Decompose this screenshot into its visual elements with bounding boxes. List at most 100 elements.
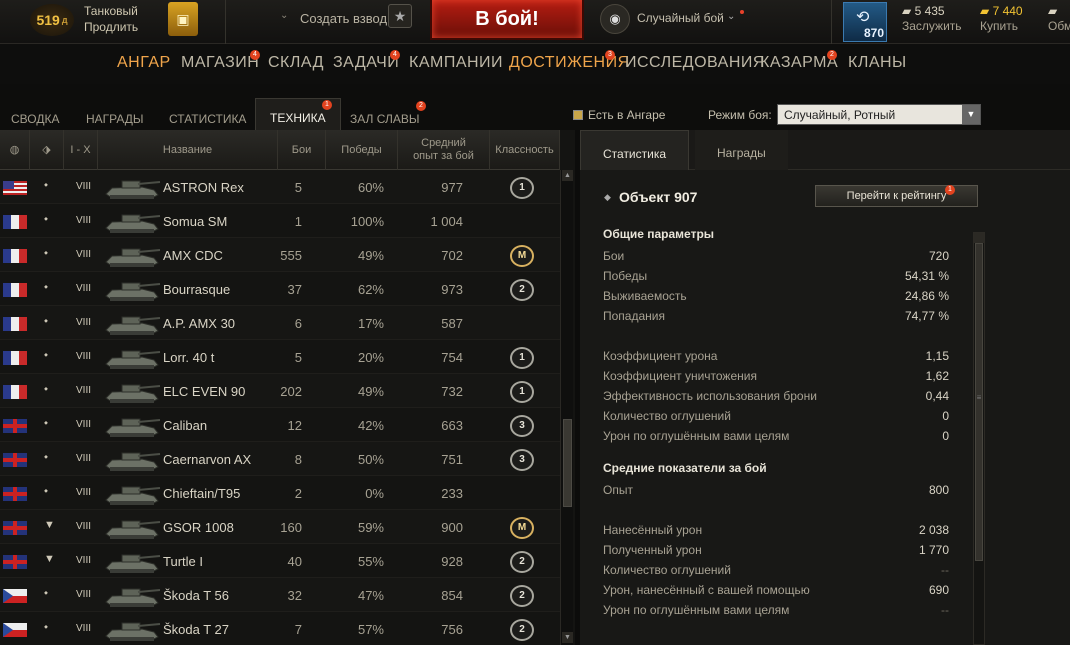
- stat-value: 54,31 %: [904, 269, 949, 283]
- free-xp-balance[interactable]: ▰ Обм: [1048, 4, 1070, 34]
- tab-statistics[interactable]: СТАТИСТИКА: [169, 112, 246, 126]
- table-row[interactable]: ⬩ VIII ELC EVEN 90 202 49% 732 1: [0, 374, 560, 408]
- sort-name-header[interactable]: Название: [98, 130, 278, 170]
- nav-research[interactable]: ИССЛЕДОВАНИЯ: [625, 54, 765, 72]
- table-row[interactable]: ⬩ VIII Somua SM 1 100% 1 004: [0, 204, 560, 238]
- tab-vehicle-statistics[interactable]: Статистика: [580, 130, 690, 170]
- tab-vehicle-awards[interactable]: Награды: [695, 130, 788, 170]
- tab-hall-of-fame[interactable]: ЗАЛ СЛАВЫ: [350, 112, 420, 126]
- notification-dot: [740, 10, 744, 14]
- table-row[interactable]: ⬩ VIII Caliban 12 42% 663 3: [0, 408, 560, 442]
- gold-balance[interactable]: ▰ 7 440 Купить: [980, 4, 1023, 34]
- scroll-thumb[interactable]: [975, 243, 983, 561]
- vehicle-class-icon: ⬩: [44, 485, 48, 497]
- sort-nation-globe-icon[interactable]: ◍: [0, 130, 30, 170]
- light-tank-icon: ◆: [604, 192, 611, 202]
- in-hangar-checkbox[interactable]: Есть в Ангаре: [573, 108, 665, 122]
- sort-tier-header[interactable]: I - X: [64, 130, 98, 170]
- chevron-down-icon: ⌄: [727, 11, 736, 22]
- nation-flag-icon: [3, 385, 27, 399]
- tank-silhouette-icon: [102, 548, 162, 576]
- stat-value: 0,44: [925, 389, 949, 403]
- premium-unit: д: [61, 15, 68, 25]
- sort-battles-header[interactable]: Бои: [278, 130, 326, 170]
- vehicle-battles: 5: [294, 180, 302, 195]
- table-row[interactable]: ⬩ VIII Bourrasque 37 62% 973 2: [0, 272, 560, 306]
- nav-shop[interactable]: МАГАЗИН: [181, 54, 259, 72]
- vehicle-tier: VIII: [76, 351, 92, 362]
- vehicle-avg-xp: 751: [441, 452, 463, 467]
- nav-clans[interactable]: КЛАНЫ: [848, 54, 907, 72]
- table-row[interactable]: ▼ VIII Turtle I 40 55% 928 2: [0, 544, 560, 578]
- tab-awards[interactable]: НАГРАДЫ: [86, 112, 144, 126]
- sort-wins-header[interactable]: Победы: [326, 130, 398, 170]
- vehicle-battles: 32: [287, 588, 302, 603]
- premium-label[interactable]: Танковый Продлить: [84, 3, 138, 35]
- premium-shop-icon[interactable]: ▣: [168, 2, 198, 36]
- divider: [225, 0, 226, 44]
- gold-buy-link[interactable]: Купить: [980, 19, 1023, 34]
- nav-missions-badge: 4: [390, 50, 400, 60]
- scroll-down-arrow-icon[interactable]: ▼: [562, 632, 573, 643]
- table-row[interactable]: ▼ VIII GSOR 1008 160 59% 900 M: [0, 510, 560, 544]
- stats-scrollbar[interactable]: ≡: [973, 232, 985, 645]
- table-row[interactable]: ⬩ VIII Chieftain/T95 2 0% 233: [0, 476, 560, 510]
- battle-button[interactable]: В бой!: [430, 0, 584, 40]
- silver-earn-link[interactable]: Заслужить: [902, 19, 962, 34]
- vehicle-wins: 60%: [357, 180, 384, 195]
- section-general-title: Общие параметры: [603, 227, 715, 241]
- scroll-up-arrow-icon[interactable]: [974, 233, 984, 243]
- free-xp-icon: ▰: [1048, 4, 1058, 18]
- vehicle-wins: 57%: [357, 622, 384, 637]
- table-row[interactable]: ⬩ VIII Lorr. 40 t 5 20% 754 1: [0, 340, 560, 374]
- create-squad-button[interactable]: Создать взвод: [300, 11, 387, 26]
- table-row[interactable]: ⬩ VIII Škoda T 27 7 57% 756 2: [0, 612, 560, 645]
- table-row[interactable]: ⬩ VIII A.P. AMX 30 6 17% 587: [0, 306, 560, 340]
- vehicle-avg-xp: 977: [441, 180, 463, 195]
- battle-mode-selector[interactable]: Случайный бой: [637, 11, 724, 25]
- silver-balance[interactable]: ▰ 5 435 Заслужить: [902, 4, 962, 34]
- vehicle-avg-xp: 973: [441, 282, 463, 297]
- nav-hangar[interactable]: АНГАР: [117, 54, 171, 72]
- tank-silhouette-icon: [102, 480, 162, 508]
- mastery-badge-icon: 1: [510, 347, 534, 369]
- sort-class-icon[interactable]: ⬗: [30, 130, 64, 170]
- vehicle-wins: 100%: [350, 214, 384, 229]
- premium-badge[interactable]: 519 д: [30, 4, 74, 36]
- vehicle-wins: 17%: [357, 316, 384, 331]
- table-row[interactable]: ⬩ VIII ASTRON Rex 5 60% 977 1: [0, 170, 560, 204]
- tab-summary[interactable]: СВОДКА: [11, 112, 59, 126]
- vehicle-avg-xp: 900: [441, 520, 463, 535]
- vehicle-name: Chieftain/T95: [163, 486, 241, 501]
- bonds-button[interactable]: ⟲ 870: [843, 2, 887, 42]
- vehicle-avg-xp: 754: [441, 350, 463, 365]
- premium-extend-link[interactable]: Продлить: [84, 19, 138, 35]
- table-scrollbar[interactable]: ▲ ▼: [560, 170, 573, 645]
- nation-flag-icon: [3, 249, 27, 263]
- stat-value: 720: [928, 249, 949, 263]
- vehicle-avg-xp: 587: [441, 316, 463, 331]
- vehicle-wins: 42%: [357, 418, 384, 433]
- nav-campaigns[interactable]: КАМПАНИИ: [409, 54, 503, 72]
- stat-label: Коэффициент урона: [603, 349, 718, 363]
- table-row[interactable]: ⬩ VIII Škoda T 56 32 47% 854 2: [0, 578, 560, 612]
- squad-star-icon[interactable]: ★: [388, 4, 412, 28]
- free-xp-exchange-link[interactable]: Обм: [1048, 19, 1070, 34]
- battle-mode-filter-select[interactable]: Случайный, Ротный ▼: [777, 104, 981, 125]
- sort-mastery-header[interactable]: Классность: [490, 130, 560, 170]
- scroll-up-arrow-icon[interactable]: ▲: [562, 170, 573, 181]
- table-row[interactable]: ⬩ VIII Caernarvon AX 8 50% 751 3: [0, 442, 560, 476]
- vehicle-wins: 47%: [357, 588, 384, 603]
- vehicle-battles: 555: [280, 248, 302, 263]
- scroll-thumb[interactable]: [563, 419, 572, 507]
- sort-avg-xp-header[interactable]: Средний опыт за бой: [398, 130, 490, 170]
- battle-mode-icon[interactable]: ◉: [600, 4, 630, 34]
- nav-depot[interactable]: СКЛАД: [268, 54, 324, 72]
- nation-flag-icon: [3, 215, 27, 229]
- table-row[interactable]: ⬩ VIII AMX CDC 555 49% 702 M: [0, 238, 560, 272]
- stat-label: Количество оглушений: [603, 409, 731, 423]
- dropdown-arrow-icon: ▼: [962, 105, 980, 124]
- mastery-badge-icon: 1: [510, 177, 534, 199]
- vehicle-class-icon: ⬩: [44, 349, 48, 361]
- vehicle-tier: VIII: [76, 555, 92, 566]
